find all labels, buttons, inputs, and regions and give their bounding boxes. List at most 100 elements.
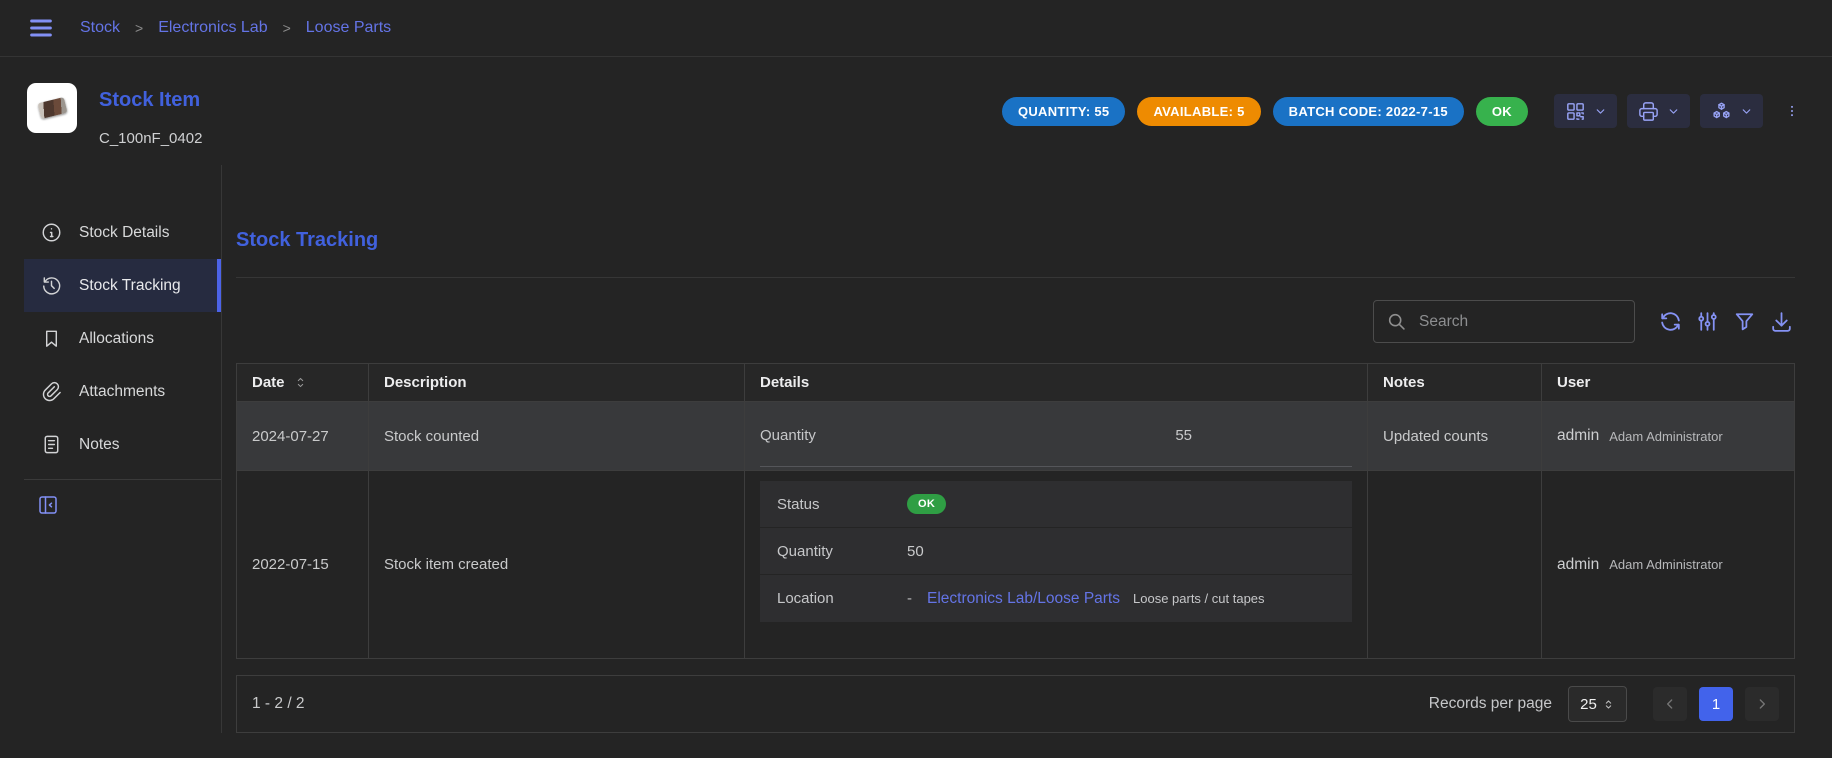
adjustments-icon (1695, 309, 1720, 334)
paperclip-icon (40, 380, 63, 403)
barcode-actions-button[interactable] (1554, 94, 1617, 128)
status-badges: QUANTITY: 55 AVAILABLE: 5 BATCH CODE: 20… (1002, 97, 1528, 126)
sidebar-item-stock-details[interactable]: Stock Details (24, 206, 221, 259)
part-name: C_100nF_0402 (99, 130, 202, 147)
qrcode-icon (1564, 100, 1587, 123)
detail-label: Quantity (777, 543, 907, 560)
column-header-details: Details (744, 364, 1367, 402)
print-actions-button[interactable] (1627, 94, 1690, 128)
detail-row-quantity: Quantity 55 (760, 405, 1352, 467)
printer-icon (1637, 100, 1660, 123)
stock-item-page: Stock > Electronics Lab > Loose Parts St… (0, 0, 1832, 758)
detail-label: Quantity (760, 427, 890, 444)
username: admin (1557, 556, 1599, 574)
table-row-2-notes (1367, 471, 1541, 658)
more-options-button[interactable] (1779, 94, 1805, 128)
previous-page-button[interactable] (1653, 687, 1687, 721)
top-bar: Stock > Electronics Lab > Loose Parts (0, 0, 1832, 57)
detail-row-status: Status OK (760, 481, 1352, 528)
menu-button[interactable] (27, 14, 55, 42)
packages-icon (1710, 100, 1733, 123)
sidebar-item-label: Notes (79, 436, 120, 454)
page-size-select[interactable]: 25 (1568, 686, 1627, 722)
table-footer: 1 - 2 / 2 Records per page 25 1 (236, 675, 1795, 733)
column-header-description: Description (368, 364, 744, 402)
sidebar-item-allocations[interactable]: Allocations (24, 312, 221, 365)
record-range: 1 - 2 / 2 (252, 695, 305, 713)
column-label: Details (760, 374, 809, 391)
sidebar-item-label: Stock Tracking (79, 277, 181, 295)
sidebar-item-attachments[interactable]: Attachments (24, 365, 221, 418)
breadcrumb-stock[interactable]: Stock (80, 19, 120, 37)
table-row-2-description: Stock item created (368, 471, 744, 658)
search-icon (1386, 311, 1407, 332)
status-ok-badge: OK (907, 494, 946, 514)
detail-value: 50 (907, 543, 924, 560)
sidebar-collapse-icon (36, 493, 60, 517)
page-1-button[interactable]: 1 (1699, 687, 1733, 721)
column-label: Date (252, 374, 285, 391)
heading-divider (236, 277, 1795, 278)
notes-icon (40, 433, 63, 456)
stock-actions-button[interactable] (1700, 94, 1763, 128)
sidebar: Stock Details Stock Tracking Allocations… (0, 165, 222, 733)
breadcrumb-separator: > (283, 20, 291, 36)
sidebar-item-label: Attachments (79, 383, 165, 401)
sort-icon (293, 375, 308, 390)
table-settings-button[interactable] (1694, 308, 1721, 335)
search-box (1373, 300, 1635, 343)
quantity-badge: QUANTITY: 55 (1002, 97, 1125, 126)
sidebar-item-notes[interactable]: Notes (24, 418, 221, 471)
download-button[interactable] (1768, 308, 1795, 335)
ok-status-badge: OK (1476, 97, 1528, 126)
info-circle-icon (40, 221, 63, 244)
batch-code-badge: BATCH CODE: 2022-7-15 (1273, 97, 1464, 126)
sidebar-item-stock-tracking[interactable]: Stock Tracking (24, 259, 221, 312)
bookmark-icon (40, 327, 63, 350)
sidebar-divider (24, 479, 221, 480)
header-actions (1554, 94, 1805, 128)
refresh-button[interactable] (1657, 308, 1684, 335)
table-row-1-notes: Updated counts (1367, 402, 1541, 471)
chevron-down-icon (1667, 105, 1680, 118)
username: admin (1557, 427, 1599, 445)
stock-tracking-table: Date Description Details Notes User 2024… (236, 363, 1795, 659)
download-icon (1769, 309, 1794, 334)
chevron-right-icon (1754, 696, 1770, 712)
history-icon (40, 274, 63, 297)
detail-value: 55 (890, 427, 1352, 444)
detail-label: Location (777, 590, 907, 607)
user-full-name: Adam Administrator (1609, 429, 1722, 444)
column-header-date[interactable]: Date (237, 364, 368, 402)
column-label: Notes (1383, 374, 1425, 391)
hamburger-icon (27, 14, 55, 42)
location-prefix: - (907, 590, 912, 607)
search-input[interactable] (1417, 312, 1622, 332)
breadcrumb-loose-parts[interactable]: Loose Parts (306, 19, 391, 37)
next-page-button[interactable] (1745, 687, 1779, 721)
table-row-1-description: Stock counted (368, 402, 744, 471)
breadcrumb-separator: > (135, 20, 143, 36)
main-area: Stock Details Stock Tracking Allocations… (0, 165, 1832, 733)
page-size-value: 25 (1580, 696, 1597, 713)
header-right: QUANTITY: 55 AVAILABLE: 5 BATCH CODE: 20… (1002, 94, 1805, 128)
sidebar-item-label: Allocations (79, 330, 154, 348)
filter-button[interactable] (1731, 308, 1758, 335)
breadcrumb-electronics-lab[interactable]: Electronics Lab (158, 19, 267, 37)
table-row-1-user: admin Adam Administrator (1541, 402, 1794, 471)
collapse-sidebar-button[interactable] (36, 493, 60, 517)
column-label: User (1557, 374, 1590, 391)
stock-item-thumbnail[interactable] (27, 83, 77, 133)
table-row-2-date: 2022-07-15 (237, 471, 368, 658)
column-header-notes: Notes (1367, 364, 1541, 402)
chevron-down-icon (1594, 105, 1607, 118)
selector-icon (1602, 698, 1615, 711)
capacitor-image (37, 97, 67, 119)
column-label: Description (384, 374, 467, 391)
page-title: Stock Item (99, 88, 202, 112)
detail-label: Status (777, 496, 907, 513)
table-row-1-details: Quantity 55 (744, 402, 1367, 471)
location-link[interactable]: Electronics Lab/Loose Parts (927, 590, 1120, 608)
breadcrumb: Stock > Electronics Lab > Loose Parts (80, 19, 391, 37)
available-badge: AVAILABLE: 5 (1137, 97, 1260, 126)
